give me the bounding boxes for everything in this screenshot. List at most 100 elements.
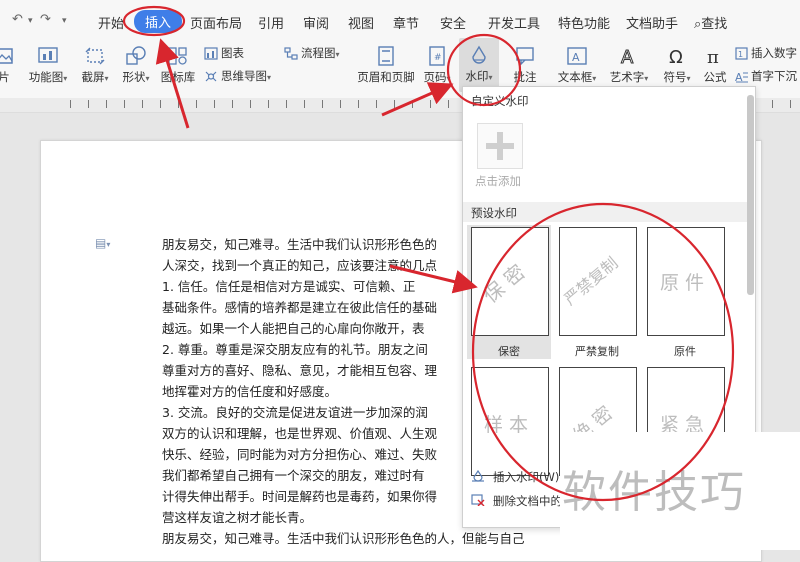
tab-developer[interactable]: 开发工具 [488, 13, 540, 32]
dropdown-scrollbar[interactable] [747, 95, 754, 295]
preset-text: 原 件 [660, 272, 705, 294]
drop-cap-button[interactable]: A 首字下沉 [735, 68, 797, 84]
omega-symbol-icon: Ω [669, 47, 683, 66]
doc-line: 我们都希望自己拥有一个深交的朋友，难过时有 [162, 468, 425, 483]
ruler-tick [196, 100, 197, 108]
svg-text:A: A [572, 51, 580, 64]
mindmap-icon [205, 71, 217, 82]
tab-chapter[interactable]: 章节 [393, 13, 419, 32]
delete-watermark-item[interactable]: 删除文档中的 [471, 493, 562, 509]
drop-cap-label: 首字下沉 [751, 69, 797, 83]
preset-card-sample[interactable]: 样 本 [471, 367, 549, 476]
page-number-button[interactable]: # 页码▾ [420, 46, 454, 85]
ruler-tick [178, 100, 179, 108]
doc-line: 朋友易交，知己难寻。生活中我们认识形形色色的人，但能与自己 [162, 531, 525, 546]
textbox-label: 文本框 [557, 70, 593, 84]
wordart-button[interactable]: A 艺术字▾ [606, 46, 652, 85]
preset-card-original[interactable]: 原 件 [647, 227, 725, 336]
mindmap-button[interactable]: 思维导图▾ [204, 68, 271, 84]
pi-formula-icon: π [707, 47, 719, 66]
ruler-tick [412, 100, 413, 108]
watermark-icon [472, 45, 486, 64]
chart-button[interactable]: 图表 [204, 45, 244, 61]
undo-caret-icon[interactable]: ▾ [28, 16, 33, 26]
screenshot-label: 截屏 [81, 70, 105, 84]
doc-line: 双方的认识和理解，也是世界观、价值观、人生观 [162, 426, 438, 441]
page-number-icon: # [429, 46, 445, 66]
preset-text: 样 本 [484, 414, 529, 436]
ruler-tick [340, 100, 341, 108]
wordart-icon: A [621, 47, 635, 67]
delete-watermark-label: 删除文档中的 [493, 494, 562, 508]
screenshot-button[interactable]: 截屏▾ [78, 46, 112, 85]
ruler-tick [304, 100, 305, 108]
tab-view[interactable]: 视图 [348, 13, 374, 32]
header-footer-button[interactable]: 页眉和页脚 [356, 46, 416, 85]
preset-name: 保密 [498, 345, 520, 358]
drop-cap-icon: A [735, 71, 748, 83]
delete-watermark-icon [471, 494, 485, 509]
insert-number-button[interactable]: 1 插入数字 [735, 45, 797, 61]
flowchart-icon [284, 47, 298, 60]
textbox-button[interactable]: A 文本框▾ [554, 46, 600, 85]
tab-home[interactable]: 开始 [98, 13, 124, 32]
header-footer-label: 页眉和页脚 [357, 70, 415, 84]
header-footer-icon [378, 46, 394, 66]
doc-line: 基础条件。感情的培养都是建立在彼此信任的基础 [162, 300, 438, 315]
custom-watermark-title: 自定义水印 [471, 94, 529, 108]
symbol-label: 符号 [663, 70, 687, 84]
doc-line: 1. 信任。信任是相信对方是诚实、可信赖、正 [162, 279, 416, 294]
symbol-button[interactable]: Ω 符号▾ [660, 46, 694, 85]
add-custom-watermark-button[interactable] [477, 123, 523, 169]
textbox-icon: A [567, 47, 587, 65]
doc-line: 人深交，找到一个真正的知己，应该要注意的几点 [162, 258, 438, 273]
tab-features[interactable]: 特色功能 [558, 13, 610, 32]
brand-watermark: 软件技巧 [560, 432, 800, 550]
svg-text:A: A [735, 71, 743, 83]
tab-security[interactable]: 安全 [440, 13, 466, 32]
watermark-label: 水印 [465, 69, 489, 83]
flowchart-button[interactable]: 流程图▾ [284, 45, 340, 61]
ruler-tick [250, 100, 251, 108]
ruler-tick [322, 100, 323, 108]
tab-page-layout[interactable]: 页面布局 [190, 13, 242, 32]
feature-chart-icon [38, 47, 58, 63]
preset-text: 保 密 [478, 259, 530, 308]
paragraph-menu-icon[interactable]: ▤▾ [95, 236, 110, 250]
tab-doc-assistant[interactable]: 文档助手 [626, 13, 678, 32]
add-watermark-label: 点击添加 [475, 174, 521, 188]
watermark-button[interactable]: 水印▾ [459, 38, 499, 92]
tab-review[interactable]: 审阅 [303, 13, 329, 32]
search-button[interactable]: ⌕查找 [694, 13, 727, 32]
svg-text:Ω: Ω [669, 47, 683, 66]
formula-button[interactable]: π 公式 [700, 46, 730, 85]
picture-button[interactable]: 片 [0, 46, 16, 85]
picture-label: 片 [0, 70, 10, 84]
ruler-tick [106, 100, 107, 108]
ruler-tick [160, 100, 161, 108]
redo-icon[interactable]: ↷ [40, 12, 51, 27]
preset-watermark-title: 预设水印 [471, 206, 517, 220]
preset-card-baomi[interactable]: 保 密 [471, 227, 549, 336]
insert-watermark-item[interactable]: 插入水印(W)... [471, 469, 570, 485]
shapes-icon [126, 46, 146, 65]
shapes-button[interactable]: 形状▾ [118, 46, 154, 85]
tab-insert[interactable]: 插入 [134, 10, 183, 33]
ruler-tick [70, 100, 71, 108]
ruler-tick [268, 100, 269, 108]
more-caret-icon[interactable]: ▾ [62, 16, 67, 26]
picture-icon [0, 48, 13, 64]
menu-bar: ↶ ▾ ↷ ▾ 开始 插入 页面布局 引用 审阅 视图 章节 安全 开发工具 特… [0, 0, 800, 38]
ruler-tick [286, 100, 287, 108]
icon-library-button[interactable]: 图标库 [160, 46, 196, 85]
undo-icon[interactable]: ↶ [12, 12, 23, 27]
plus-icon [486, 132, 514, 160]
doc-line: 地挥霍对方的信任度和好感度。 [162, 384, 338, 399]
page-number-label: 页码 [423, 70, 447, 84]
comment-button[interactable]: 批注 [510, 46, 540, 85]
doc-line: 2. 尊重。尊重是深交朋友应有的礼节。朋友之间 [162, 342, 428, 357]
tab-references[interactable]: 引用 [258, 13, 284, 32]
feature-chart-button[interactable]: 功能图▾ [24, 46, 72, 85]
preset-card-no-copy[interactable]: 严禁复制 [559, 227, 637, 336]
screenshot-icon [85, 47, 105, 65]
